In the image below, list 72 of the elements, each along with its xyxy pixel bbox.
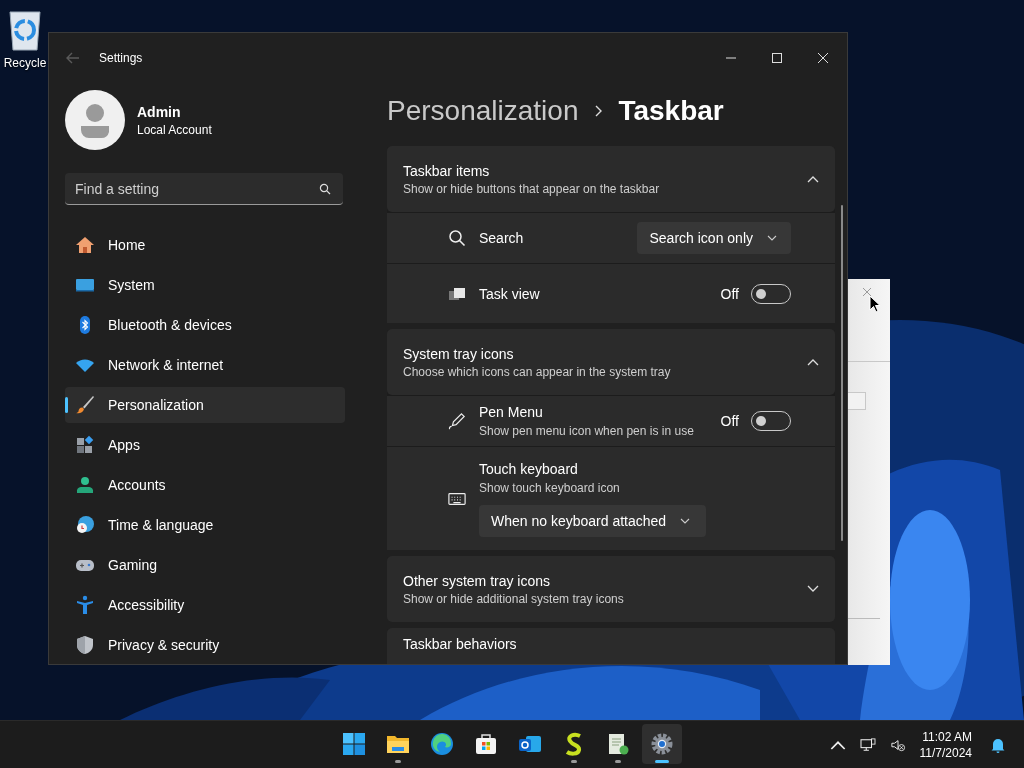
search-icon[interactable] [319,183,331,195]
taskbar-button[interactable] [642,724,682,764]
nav-item[interactable]: Home [65,227,345,263]
account-type: Local Account [137,122,212,137]
speaker-muted-icon[interactable] [889,737,906,752]
window-title: Settings [99,51,143,65]
shopping-bag-icon [474,732,498,756]
avatar-icon[interactable] [65,90,125,150]
apps-icon [75,435,95,455]
page-title: Taskbar [618,95,724,127]
setting-description: Show pen menu icon when pen is in use [479,424,695,438]
setting-label: Pen Menu [479,404,544,420]
network-icon[interactable] [859,737,876,752]
toggle-state: Off [720,413,739,429]
section-description: Show or hide buttons that appear on the taskbar [403,181,661,196]
desktop-icon-label[interactable]: Recycle [3,56,47,70]
chevron-up-icon[interactable] [807,175,819,183]
dropdown[interactable]: When no keyboard attached [479,504,707,537]
search-field[interactable]: Find a setting [65,173,343,205]
setting-label: Task view [479,285,541,302]
pen-icon [448,412,466,430]
setting-label: Search [479,230,525,246]
section-header[interactable]: Taskbar items Show or hide buttons that appear on the taskbar [387,146,835,212]
chevron-up-icon[interactable] [807,358,819,366]
account-name: Admin [137,103,182,120]
house-icon [75,235,95,255]
accessibility-icon [75,595,95,615]
dropdown[interactable]: Search icon only [637,222,791,254]
notepad-icon [606,732,630,756]
section-title: Taskbar items [403,162,491,179]
back-arrow-icon[interactable] [65,50,81,66]
nav-item[interactable]: Bluetooth & devices [65,307,345,343]
breadcrumb-link[interactable]: Personalization [387,95,579,127]
settings-icon [650,732,674,756]
paintbrush-icon [75,395,95,415]
maximize-icon[interactable] [771,52,783,64]
nav-item[interactable]: Privacy & security [65,627,345,663]
input-field[interactable] [848,392,866,410]
nav-item[interactable]: System [65,267,345,303]
section-title: Taskbar behaviors [403,636,518,652]
caret-icon [680,517,691,524]
chevron-down-icon[interactable] [807,585,819,593]
clock-date[interactable]: 11/7/2024 [919,745,972,760]
section-header[interactable]: Taskbar behaviors [387,628,835,664]
section-title: System tray icons [403,345,515,362]
globe-clock-icon [75,515,95,535]
person-icon [75,475,95,495]
search-icon [448,229,466,247]
nav-item[interactable]: Accessibility [65,587,345,623]
section-header[interactable]: System tray icons Choose which icons can appear in the system tray [387,329,835,395]
nav-item[interactable]: Gaming [65,547,345,583]
section-title: Other system tray icons [403,572,552,589]
toggle-state: Off [720,285,739,302]
windows-logo-icon [342,732,366,756]
section-header[interactable]: Other system tray icons Show or hide additional system tray icons [387,556,835,622]
notification-bell-icon[interactable] [990,736,1006,753]
nav-item[interactable]: Network & internet [65,347,345,383]
nav-item[interactable]: Apps [65,427,345,463]
caret-icon [767,235,777,241]
section-description: Choose which icons can appear in the system tray [403,364,672,379]
nav-item[interactable]: Personalization [65,387,345,423]
nav-item[interactable]: Accounts [65,467,345,503]
cursor-icon [869,295,881,313]
section-description: Show or hide additional system tray icons [403,591,625,606]
setting-label: Touch keyboard [479,460,579,477]
recycle-bin-icon[interactable] [7,8,43,52]
chevron-right-icon [594,105,603,117]
browser-icon [430,732,454,756]
shield-icon [75,635,95,655]
setting-description: Show touch keyboard icon [479,480,621,495]
clock-time[interactable]: 11:02 AM [922,729,972,744]
nav-item[interactable]: Time & language [65,507,345,543]
